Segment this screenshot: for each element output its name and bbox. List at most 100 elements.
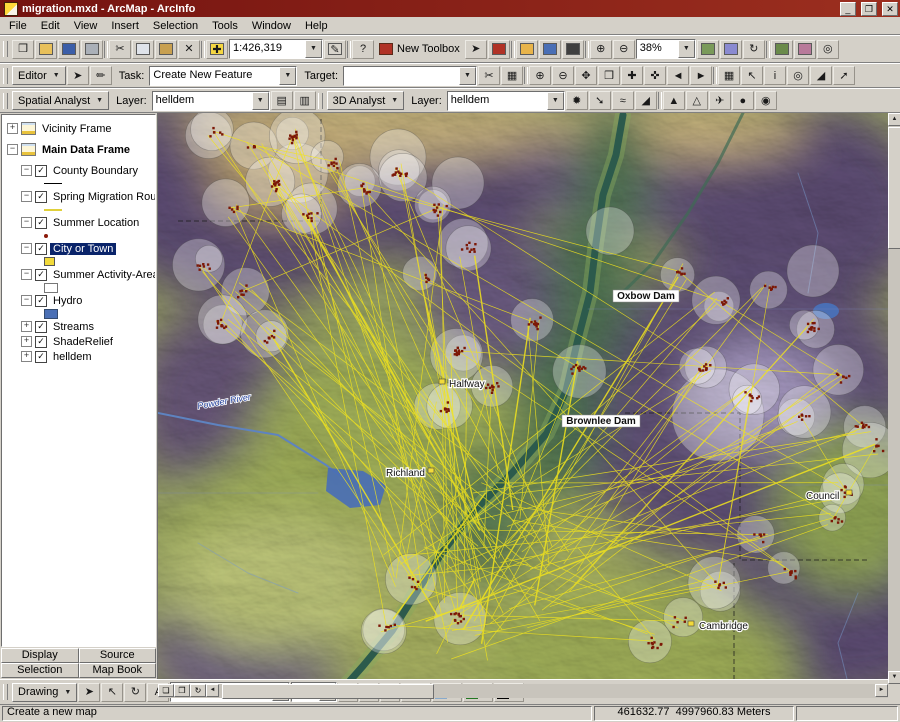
separator[interactable] (584, 40, 589, 58)
target-combo[interactable]: ▼ (343, 65, 478, 86)
layout-view-button[interactable]: ❐ (174, 684, 190, 697)
save-button[interactable] (58, 39, 80, 59)
toolbar-grip[interactable] (3, 684, 8, 700)
separator[interactable] (524, 67, 529, 84)
dropdown-arrow-icon[interactable]: ▼ (677, 40, 695, 58)
layer-county-boundary[interactable]: − ✓ County Boundary (18, 163, 155, 178)
add-data-button[interactable]: ✚ (206, 39, 228, 59)
spatial-analyst-menu-button[interactable]: Spatial Analyst ▼ (12, 91, 110, 110)
dropdown-arrow-icon[interactable]: ▼ (546, 91, 564, 110)
layer-city-or-town[interactable]: − ✓ City or Town (18, 241, 155, 256)
editor-toolbar-toggle[interactable]: ✎ (324, 39, 346, 59)
command-line-button[interactable] (561, 39, 584, 59)
magnifier-window-button[interactable]: ◎ (816, 39, 839, 59)
layer-visibility-checkbox[interactable]: ✓ (35, 164, 47, 177)
tab-display[interactable]: Display (1, 648, 79, 663)
map-view[interactable]: Oxbow Dam Brownlee Dam Halfway Richland (158, 113, 888, 684)
interpolate-button[interactable]: △ (685, 91, 708, 110)
histogram-button[interactable]: ▥ (293, 91, 316, 110)
zoom-whole-page-button[interactable]: ⊕ (589, 39, 612, 59)
task-combo[interactable]: Create New Feature ▼ (149, 65, 298, 86)
data-view-button[interactable]: ❏ (158, 684, 174, 697)
sun-shading-button[interactable]: ✹ (565, 91, 588, 110)
layer-shaderelief[interactable]: + ✓ ShadeRelief (18, 334, 155, 349)
toc-item-main-data-frame[interactable]: − Main Data Frame (4, 142, 155, 157)
arcglobe-button[interactable]: ◉ (754, 91, 777, 110)
fixed-zoom-out-button[interactable]: ✜ (644, 66, 667, 85)
zoom-out-tool[interactable]: ⊖ (552, 66, 575, 85)
separator[interactable] (510, 40, 515, 58)
go-back-extent-button[interactable]: ◄ (667, 66, 690, 85)
layer-visibility-checkbox[interactable]: ✓ (35, 190, 47, 203)
cut-button[interactable]: ✂ (109, 39, 131, 59)
separator[interactable] (713, 67, 718, 84)
hyperlink-tool[interactable]: ➚ (833, 66, 856, 85)
fixed-zoom-in-button[interactable]: ✚ (621, 66, 644, 85)
rotate-button[interactable]: ↻ (124, 682, 147, 702)
select-elements-button[interactable]: ↖ (101, 682, 124, 702)
zoom-in-tool[interactable]: ⊕ (529, 66, 552, 85)
layer-streams[interactable]: + ✓ Streams (18, 319, 155, 334)
scroll-right-button[interactable]: ► (875, 684, 888, 697)
layer-visibility-checkbox[interactable]: ✓ (35, 294, 47, 307)
toggle-draft-mode-button[interactable] (696, 39, 719, 59)
refresh-button[interactable]: ↻ (190, 684, 206, 697)
edit-arrow-tool[interactable]: ➤ (66, 66, 89, 85)
expander-icon[interactable]: + (21, 351, 32, 362)
scroll-left-button[interactable]: ◄ (206, 684, 219, 697)
measure-tool[interactable]: ◢ (810, 66, 833, 85)
separator[interactable] (657, 92, 662, 109)
zoom-percent-combo[interactable]: 38% ▼ (635, 39, 696, 59)
maximize-button[interactable]: ❐ (860, 1, 877, 16)
expander-icon[interactable]: − (21, 243, 32, 254)
layer-visibility-checkbox[interactable]: ✓ (35, 216, 47, 229)
menu-item[interactable]: Tools (205, 19, 245, 33)
fly-tool[interactable]: ✈ (708, 91, 731, 110)
layer-visibility-checkbox[interactable]: ✓ (35, 335, 47, 348)
print-button[interactable] (81, 39, 103, 59)
menu-item[interactable]: Edit (34, 19, 67, 33)
find-tool[interactable]: ◎ (787, 66, 810, 85)
map-scale-combo[interactable]: 1:426,319 ▼ (229, 39, 323, 59)
open-button[interactable] (35, 39, 57, 59)
go-forward-extent-button[interactable]: ► (690, 66, 713, 85)
layer-helldem[interactable]: + ✓ helldem (18, 349, 155, 364)
select-features-tool[interactable]: ▦ (718, 66, 741, 85)
identify-tool[interactable]: i (764, 66, 787, 85)
layer-spring-migration-routes[interactable]: − ✓ Spring Migration Routes (18, 189, 155, 204)
minimize-button[interactable]: _ (839, 1, 856, 16)
tab-selection[interactable]: Selection (1, 663, 79, 678)
model-builder-button[interactable] (538, 39, 561, 59)
expander-icon[interactable]: + (7, 123, 18, 134)
tab-map-book[interactable]: Map Book (78, 663, 156, 678)
editor-menu-button[interactable]: Editor ▼ (12, 66, 66, 85)
separator[interactable] (765, 40, 770, 58)
sketch-tool[interactable]: ✏ (89, 66, 112, 85)
attributes-button[interactable]: ▦ (501, 66, 524, 85)
draw-shape-dropdown[interactable]: ➤ (78, 682, 101, 702)
expander-icon[interactable]: − (7, 144, 18, 155)
3d-analyst-menu-button[interactable]: 3D Analyst ▼ (326, 91, 405, 110)
launch-button[interactable]: ➤ (464, 39, 487, 59)
map-vertical-scrollbar[interactable]: ▲ ▼ (888, 113, 900, 684)
expander-icon[interactable]: + (21, 321, 32, 332)
expander-icon[interactable]: + (21, 336, 32, 347)
copy-button[interactable] (132, 39, 154, 59)
toolbar-grip[interactable] (3, 67, 8, 84)
contour-button[interactable]: ≈ (611, 91, 634, 110)
separator[interactable] (201, 40, 205, 58)
menu-item[interactable]: Help (298, 19, 335, 33)
toc-item-vicinity-frame[interactable]: + Vicinity Frame (4, 121, 155, 136)
menu-item[interactable]: File (2, 19, 34, 33)
layer-visibility-checkbox[interactable]: ✓ (35, 350, 47, 363)
menu-item[interactable]: View (67, 19, 105, 33)
steepest-path-button[interactable]: ➘ (588, 91, 611, 110)
toolbar-grip[interactable] (3, 41, 8, 57)
expander-icon[interactable]: − (21, 191, 32, 202)
toolbar-grip[interactable] (3, 92, 8, 109)
split-tool[interactable]: ✂ (478, 66, 501, 85)
horizontal-scroll-thumb[interactable] (222, 684, 434, 699)
tab-source[interactable]: Source (78, 648, 156, 663)
toolbar-grip[interactable] (317, 92, 323, 109)
arccatalog-button[interactable] (515, 39, 538, 59)
